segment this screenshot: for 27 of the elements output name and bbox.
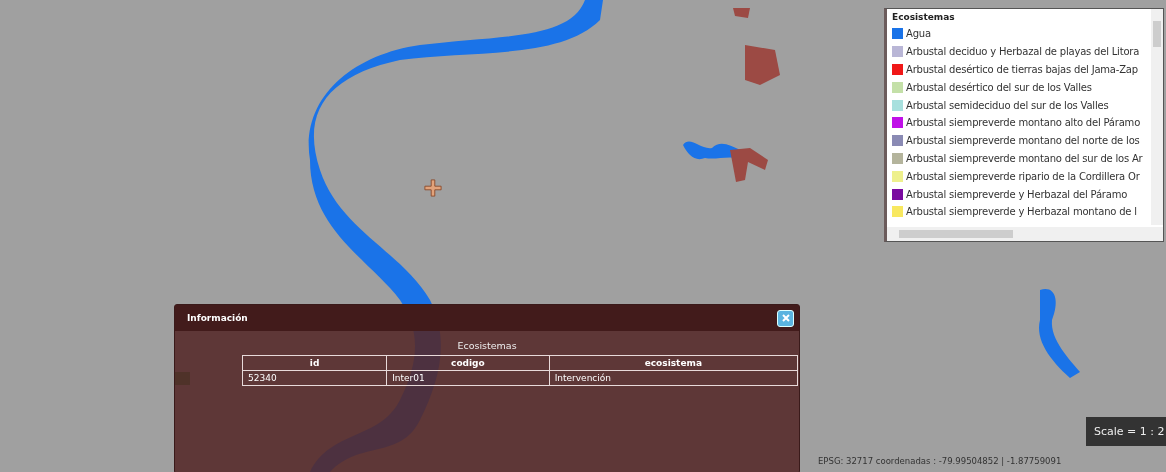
legend-label: Arbustal semideciduo del sur de los Valles bbox=[906, 99, 1109, 111]
horizontal-scrollbar[interactable] bbox=[887, 227, 1163, 241]
vertical-scrollbar[interactable] bbox=[1151, 9, 1163, 225]
crosshair-icon bbox=[424, 179, 442, 197]
legend-label: Agua bbox=[906, 28, 931, 40]
legend-label: Arbustal siempreverde y Herbazal montano de l bbox=[906, 206, 1137, 218]
legend-label: Arbustal siempreverde y Herbazal del Páramo bbox=[906, 188, 1128, 200]
legend-label: Arbustal siempreverde montano del norte de los bbox=[906, 135, 1140, 147]
legend-label: Arbustal siempreverde montano del sur de los Ar bbox=[906, 152, 1143, 164]
legend-label: Arbustal siempreverde ripario de la Cordillera Or bbox=[906, 170, 1140, 182]
panel-title: Información bbox=[187, 313, 248, 323]
column-header: codigo bbox=[386, 355, 550, 371]
legend-label: Arbustal deciduo y Herbazal de playas del Litora bbox=[906, 46, 1140, 58]
column-header: ecosistema bbox=[549, 355, 798, 371]
table-cell: Intervención bbox=[549, 370, 798, 386]
scale-label: Scale = 1 : 2 bbox=[1086, 417, 1166, 446]
close-button[interactable] bbox=[777, 309, 794, 327]
table-caption: Ecosistemas bbox=[456, 340, 518, 351]
legend-label: Arbustal siempreverde montano alto del Páramo bbox=[906, 117, 1141, 129]
table-cell: 52340 bbox=[242, 370, 387, 386]
coordinates-text: EPSG: 32717 coordenadas : -79.99504852 | -1.87759091 bbox=[818, 456, 1062, 466]
close-icon bbox=[780, 313, 791, 323]
table-cell: Inter01 bbox=[386, 370, 550, 386]
legend-label: Arbustal desértico de tierras bajas del Jama-Zap bbox=[906, 64, 1138, 75]
legend-label: Arbustal desértico del sur de los Valles bbox=[906, 81, 1092, 93]
legend-title: Ecosistemas bbox=[892, 12, 956, 22]
column-header: id bbox=[242, 355, 387, 371]
